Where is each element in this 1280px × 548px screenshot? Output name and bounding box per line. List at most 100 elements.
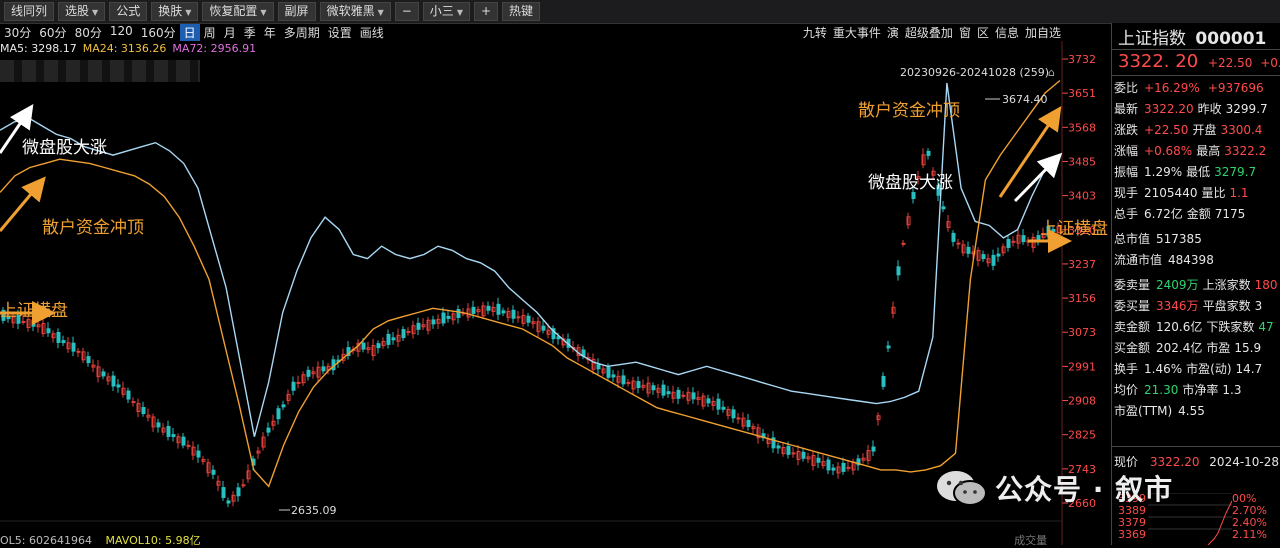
quote-label: 现手 xyxy=(1114,186,1139,200)
candle-body xyxy=(956,242,961,245)
candle-body xyxy=(926,150,931,156)
candle-body xyxy=(21,320,26,323)
period-3[interactable]: 120 xyxy=(106,24,137,41)
candle-body xyxy=(731,409,736,419)
toolbar-button-5[interactable]: 副屏 xyxy=(277,2,316,21)
quote-value: 3322.2 xyxy=(1224,144,1267,158)
candle-body xyxy=(1021,235,1026,243)
candle-body xyxy=(991,254,996,266)
candle-body xyxy=(46,328,51,334)
quote-value: 484398 xyxy=(1168,253,1214,267)
chart-tool-4[interactable]: 窗 xyxy=(956,24,974,41)
candle-body xyxy=(651,385,656,391)
quote-value: 4.55 xyxy=(1178,404,1205,418)
quote-label: 振幅 xyxy=(1114,165,1139,179)
volume-tab[interactable]: 成交量 xyxy=(1014,534,1047,547)
candle-body xyxy=(816,457,821,463)
quote-value: +937696 xyxy=(1207,81,1264,95)
y-tick-label: 2908 xyxy=(1068,395,1096,408)
period-6[interactable]: 周 xyxy=(200,24,220,41)
quote-value: 47 xyxy=(1258,320,1274,334)
candle-body xyxy=(416,322,421,330)
quote-value: 1.29% xyxy=(1144,165,1183,179)
quote-label: 买金额 xyxy=(1114,341,1151,355)
y-tick-label: 3156 xyxy=(1068,292,1096,305)
toolbar-label: 恢复配置 xyxy=(209,4,258,18)
chart-tool-3[interactable]: 超级叠加 xyxy=(902,24,956,41)
quote-row: 市盈(TTM) 4.55 xyxy=(1114,401,1213,421)
candlesticks xyxy=(1,148,1061,508)
chart-tool-7[interactable]: 加自选 xyxy=(1022,24,1064,41)
candle-body xyxy=(496,303,501,315)
quote-label: 市盈 xyxy=(1206,341,1231,355)
toolbar-button-4[interactable]: 恢复配置 ▼ xyxy=(202,2,274,21)
period-4[interactable]: 160分 xyxy=(137,24,180,41)
candle-body xyxy=(441,312,446,324)
candle-body xyxy=(386,333,391,345)
range-label: 20230926-20241028 (259) xyxy=(900,66,1049,79)
quote-value: 6.72亿 xyxy=(1144,207,1183,221)
chevron-down-icon: ▼ xyxy=(456,8,463,17)
period-8[interactable]: 季 xyxy=(240,24,260,41)
now-price: 3322.20 xyxy=(1149,455,1200,469)
period-2[interactable]: 80分 xyxy=(71,24,106,41)
candle-body xyxy=(941,206,946,210)
period-11[interactable]: 设置 xyxy=(324,24,356,41)
lock-icon: ⌂ xyxy=(1048,66,1055,79)
toolbar-button-2[interactable]: 公式 xyxy=(109,2,148,21)
period-12[interactable]: 画线 xyxy=(356,24,388,41)
left-micro-label: 微盘股大涨 xyxy=(22,138,107,158)
candle-body xyxy=(486,305,491,311)
chart-tool-2[interactable]: 演 xyxy=(884,24,902,41)
candle-body xyxy=(321,366,326,372)
candle-body xyxy=(211,469,216,475)
candle-body xyxy=(801,451,806,459)
candle-body xyxy=(141,407,146,414)
candle-body xyxy=(166,425,171,437)
toolbar-button-10[interactable]: 热键 xyxy=(502,2,541,21)
candle-body xyxy=(446,315,451,319)
toolbar-button-0[interactable]: 线同列 xyxy=(4,2,55,21)
chart-tool-6[interactable]: 信息 xyxy=(992,24,1022,41)
toolbar-button-8[interactable]: 小三 ▼ xyxy=(422,2,470,21)
chart-tool-5[interactable]: 区 xyxy=(974,24,992,41)
candle-body xyxy=(1006,239,1011,248)
quote-label: 涨幅 xyxy=(1114,144,1139,158)
period-10[interactable]: 多周期 xyxy=(280,24,324,41)
chart-tool-0[interactable]: 九转 xyxy=(800,24,830,41)
period-0[interactable]: 30分 xyxy=(0,24,35,41)
toolbar-button-1[interactable]: 选股 ▼ xyxy=(58,2,106,21)
chart-tool-1[interactable]: 重大事件 xyxy=(830,24,884,41)
quote-label: 委比 xyxy=(1114,81,1139,95)
candle-body xyxy=(716,398,721,410)
toolbar-button-3[interactable]: 换肤 ▼ xyxy=(151,2,199,21)
toolbar-button-9[interactable]: + xyxy=(473,2,499,21)
candle-body xyxy=(391,337,396,341)
candle-body xyxy=(221,487,226,499)
candle-body xyxy=(666,391,671,395)
quote-value: +22.50 xyxy=(1144,123,1189,137)
quote-value: 14.7 xyxy=(1235,362,1263,376)
quote-label: 均价 xyxy=(1114,383,1139,397)
candle-body xyxy=(56,332,61,343)
toolbar-button-7[interactable]: − xyxy=(394,2,419,21)
candle-body xyxy=(691,392,696,400)
period-1[interactable]: 60分 xyxy=(35,24,70,41)
quote-label: 金额 xyxy=(1186,207,1211,221)
period-5[interactable]: 日 xyxy=(179,23,200,41)
candle-body xyxy=(746,420,751,427)
candle-body xyxy=(826,459,831,471)
quote-label: 最新 xyxy=(1114,102,1139,116)
y-tick-label: 3403 xyxy=(1068,190,1096,203)
period-7[interactable]: 月 xyxy=(220,24,240,41)
candle-body xyxy=(126,390,131,400)
candle-body xyxy=(196,450,201,458)
quote-row: 振幅 1.29% 最低 3279.7 xyxy=(1114,162,1256,182)
toolbar-button-6[interactable]: 微软雅黑 ▼ xyxy=(319,2,391,21)
toolbar-label: 副屏 xyxy=(284,4,309,18)
quote-value: 3279.7 xyxy=(1214,165,1257,179)
quote-row: 均价 21.30 市净率 1.3 xyxy=(1114,380,1241,400)
left-sh-label: 上证横盘 xyxy=(0,301,68,321)
period-9[interactable]: 年 xyxy=(260,24,280,41)
candle-body xyxy=(966,246,971,254)
